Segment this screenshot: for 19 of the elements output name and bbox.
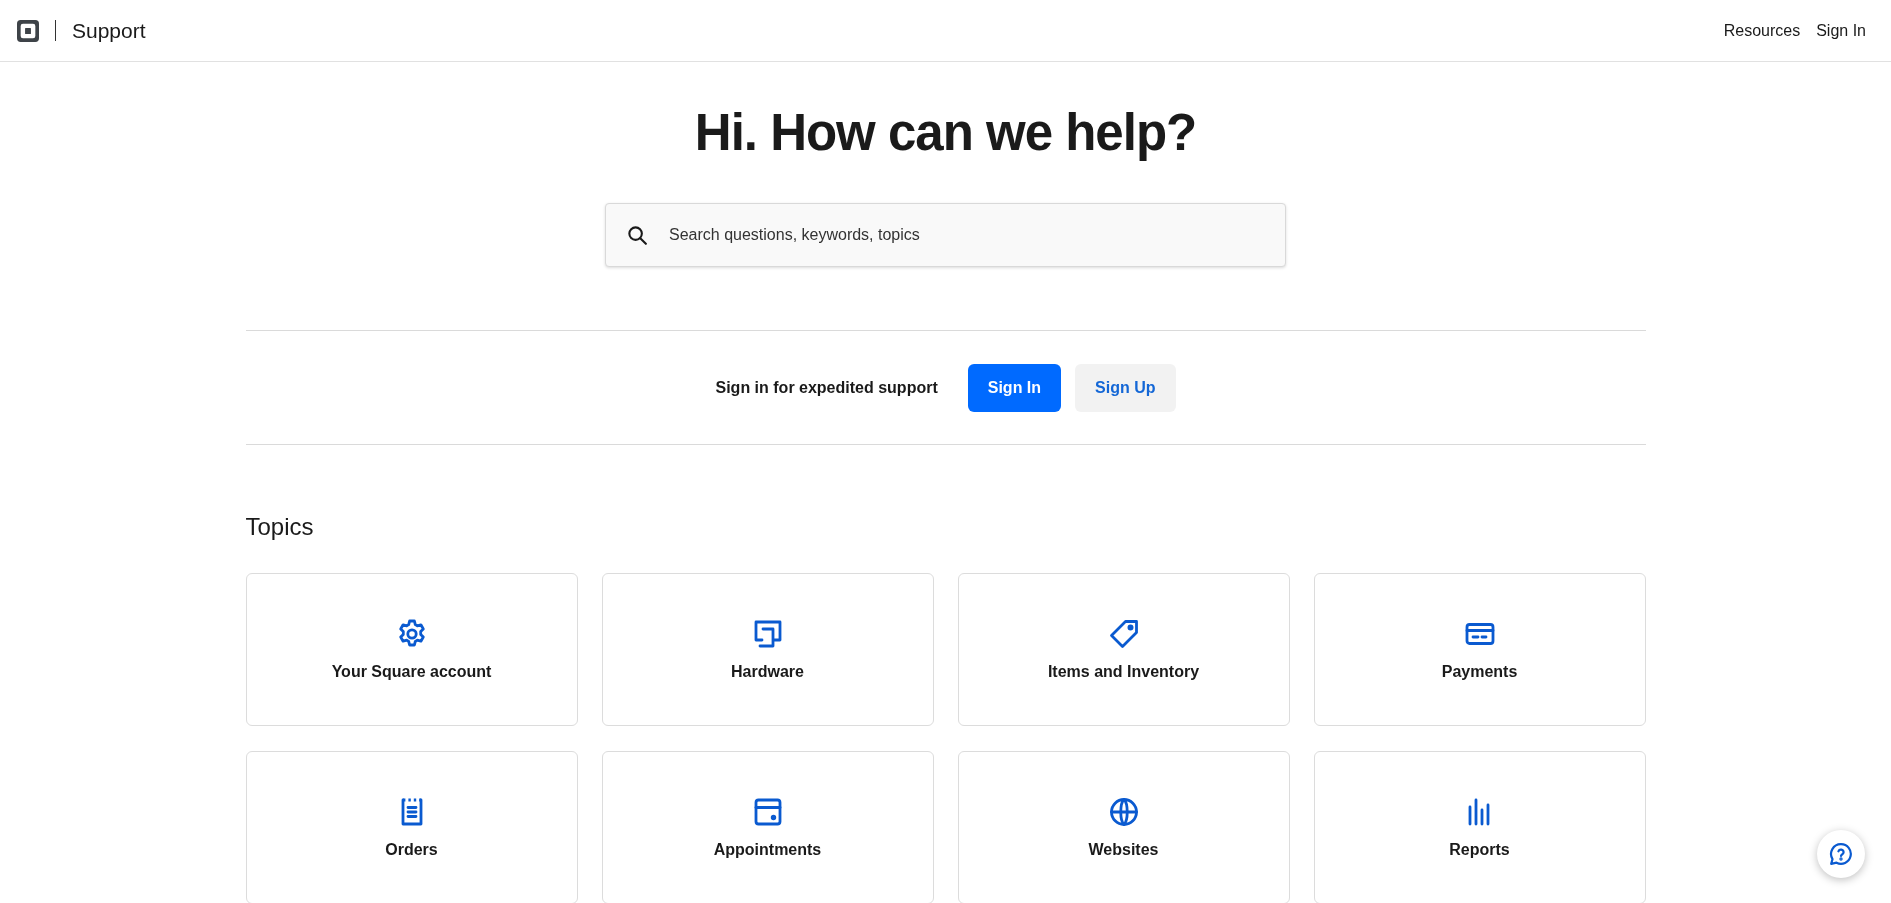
page-heading: Hi. How can we help? <box>694 103 1197 163</box>
search-field[interactable]: Search questions, keywords, topics <box>605 203 1286 267</box>
tag-icon <box>1107 618 1140 650</box>
globe-icon <box>1107 796 1140 828</box>
search-icon <box>628 226 647 245</box>
topic-card[interactable]: Your Square account <box>245 573 578 726</box>
help-bubble-icon <box>1829 842 1853 866</box>
sign-up-button[interactable]: Sign Up <box>1075 364 1176 412</box>
topic-card[interactable]: Payments <box>1313 573 1646 726</box>
logo-icon <box>17 19 39 42</box>
site-title[interactable]: Support <box>72 18 146 43</box>
signin-prompt: Sign in for expedited support <box>715 379 938 397</box>
sign-in-button[interactable]: Sign In <box>967 364 1062 412</box>
section-heading: Topics <box>245 512 314 541</box>
topic-card[interactable]: Items and Inventory <box>957 573 1290 726</box>
nav-link[interactable]: Sign In <box>1816 21 1866 40</box>
topic-card[interactable]: Hardware <box>601 573 934 726</box>
nav-link[interactable]: Resources <box>1723 21 1801 40</box>
help-button[interactable] <box>1817 830 1865 878</box>
